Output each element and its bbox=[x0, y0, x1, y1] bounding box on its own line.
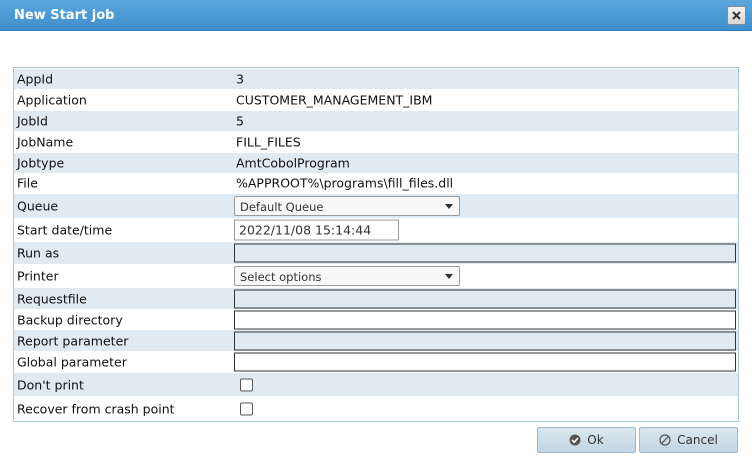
row-global-parameter: Global parameter bbox=[14, 351, 738, 373]
backup-directory-input[interactable] bbox=[234, 310, 736, 329]
queue-label: Queue bbox=[17, 198, 59, 214]
jobname-label: JobName bbox=[17, 134, 74, 150]
jobtype-label: Jobtype bbox=[17, 155, 65, 171]
file-value: %APPROOT%\programs\fill_files.dll bbox=[236, 175, 454, 191]
row-file: File %APPROOT%\programs\fill_files.dll bbox=[14, 173, 738, 193]
row-run-as: Run as bbox=[14, 242, 738, 264]
printer-label: Printer bbox=[17, 268, 59, 284]
row-requestfile: Requestfile bbox=[14, 288, 738, 309]
file-label: File bbox=[17, 175, 38, 191]
requestfile-input[interactable] bbox=[234, 289, 736, 308]
recover-label: Recover from crash point bbox=[17, 401, 175, 416]
row-report-parameter: Report parameter bbox=[14, 330, 738, 351]
report-parameter-input[interactable] bbox=[234, 331, 736, 350]
dialog-titlebar[interactable]: New Start job bbox=[0, 0, 752, 31]
cancel-label: Cancel bbox=[677, 433, 718, 447]
ok-button[interactable]: Ok bbox=[537, 427, 636, 453]
check-circle-icon bbox=[569, 434, 581, 446]
dialog-title: New Start job bbox=[14, 8, 115, 23]
cancel-button[interactable]: Cancel bbox=[639, 427, 738, 453]
row-jobid: JobId 5 bbox=[14, 111, 738, 131]
queue-select[interactable]: Default Queue bbox=[234, 196, 460, 216]
ok-label: Ok bbox=[587, 433, 604, 447]
new-start-job-dialog: New Start job AppId 3 Application CUSTOM… bbox=[0, 0, 752, 465]
application-value: CUSTOMER_MANAGEMENT_IBM bbox=[236, 92, 433, 108]
row-jobtype: Jobtype AmtCobolProgram bbox=[14, 153, 738, 173]
row-printer: Printer Select options bbox=[14, 264, 738, 288]
row-backup-directory: Backup directory bbox=[14, 309, 738, 330]
jobtype-value: AmtCobolProgram bbox=[236, 155, 350, 171]
start-datetime-input[interactable] bbox=[234, 219, 399, 241]
close-icon bbox=[732, 11, 741, 20]
printer-selected-value: Select options bbox=[240, 270, 322, 284]
job-properties-grid: AppId 3 Application CUSTOMER_MANAGEMENT_… bbox=[13, 67, 739, 422]
printer-select[interactable]: Select options bbox=[234, 266, 460, 286]
no-entry-icon bbox=[659, 434, 671, 446]
close-button[interactable] bbox=[727, 6, 746, 25]
row-application: Application CUSTOMER_MANAGEMENT_IBM bbox=[14, 90, 738, 110]
dont-print-label: Don't print bbox=[17, 377, 84, 392]
jobname-value: FILL_FILES bbox=[236, 134, 301, 150]
dont-print-checkbox[interactable] bbox=[240, 378, 253, 391]
chevron-down-icon bbox=[445, 204, 453, 209]
backup-directory-label: Backup directory bbox=[17, 312, 123, 327]
recover-checkbox[interactable] bbox=[240, 402, 253, 415]
chevron-down-icon bbox=[445, 274, 453, 279]
run-as-label: Run as bbox=[17, 245, 60, 261]
appid-label: AppId bbox=[17, 71, 54, 87]
row-dont-print: Don't print bbox=[14, 373, 738, 396]
global-parameter-input[interactable] bbox=[234, 352, 736, 372]
application-label: Application bbox=[17, 92, 87, 108]
row-recover: Recover from crash point bbox=[14, 396, 738, 421]
queue-selected-value: Default Queue bbox=[240, 200, 324, 214]
row-appid: AppId 3 bbox=[14, 69, 738, 89]
appid-value: 3 bbox=[236, 71, 244, 87]
report-parameter-label: Report parameter bbox=[17, 333, 129, 348]
row-queue: Queue Default Queue bbox=[14, 194, 738, 218]
global-parameter-label: Global parameter bbox=[17, 354, 127, 370]
jobid-value: 5 bbox=[236, 113, 244, 129]
run-as-input[interactable] bbox=[234, 243, 736, 263]
start-datetime-label: Start date/time bbox=[17, 222, 113, 238]
jobid-label: JobId bbox=[17, 113, 48, 129]
row-start-datetime: Start date/time bbox=[14, 218, 738, 242]
row-jobname: JobName FILL_FILES bbox=[14, 132, 738, 152]
requestfile-label: Requestfile bbox=[17, 291, 87, 306]
